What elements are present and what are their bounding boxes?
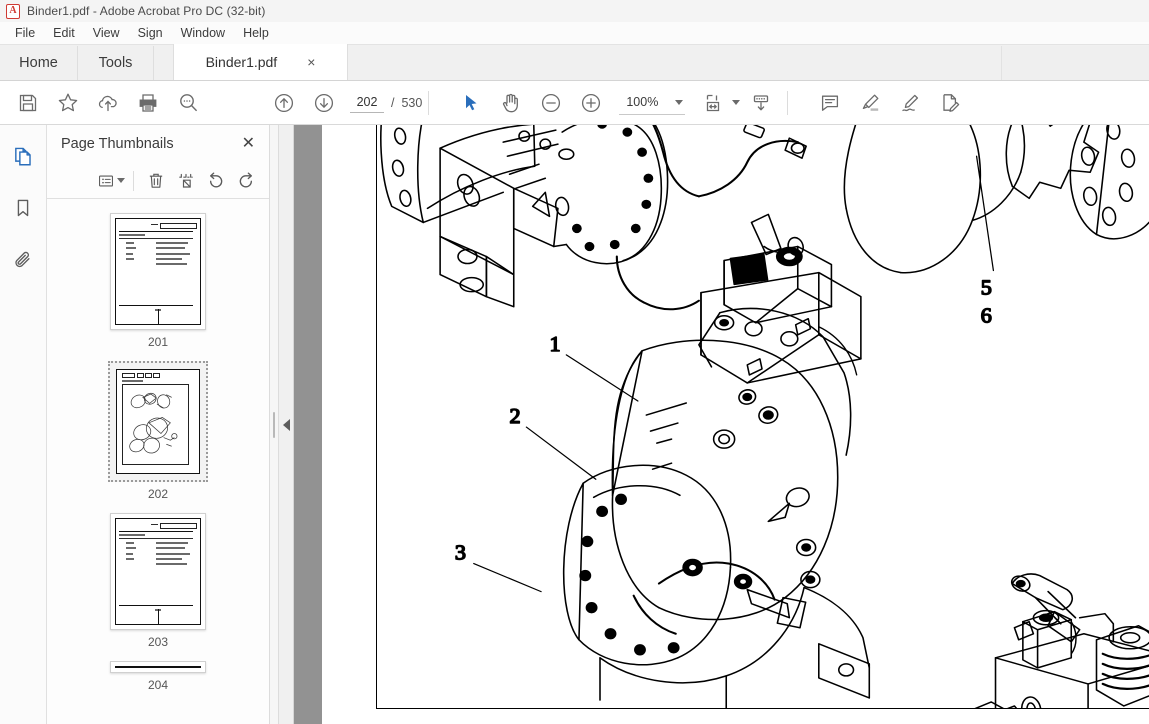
callout-2: 2 <box>510 405 521 428</box>
chevron-down-icon[interactable] <box>117 178 125 183</box>
search-icon[interactable] <box>168 83 208 123</box>
rotate-left-icon[interactable] <box>202 167 230 195</box>
thumbnail-toolbar-divider <box>133 170 134 191</box>
upload-cloud-icon[interactable] <box>88 83 128 123</box>
rotate-right-icon[interactable] <box>232 167 260 195</box>
thumbnail-preview <box>115 666 201 668</box>
page-thumbnails-title: Page Thumbnails <box>61 136 174 152</box>
thumbnail-page-202[interactable]: 202 <box>47 361 269 501</box>
window-title: Binder1.pdf - Adobe Acrobat Pro DC (32-b… <box>27 4 266 18</box>
toolbar-divider-1 <box>428 90 430 115</box>
previous-page-icon[interactable] <box>264 83 304 123</box>
thumbnail-page-203[interactable]: 203 <box>47 513 269 649</box>
callout-3: 3 <box>455 541 466 564</box>
menu-view[interactable]: View <box>84 24 129 42</box>
thumbnail-frame[interactable] <box>110 213 206 330</box>
thumbnail-page-204[interactable]: 204 <box>47 661 269 689</box>
zoom-out-icon[interactable] <box>531 83 571 123</box>
page-thumbnails-header: Page Thumbnails ✕ <box>47 125 269 163</box>
thumbnail-label: 204 <box>147 678 169 689</box>
bookmarks-icon[interactable] <box>8 193 38 223</box>
sign-icon[interactable] <box>890 83 930 123</box>
thumbnail-options-icon[interactable] <box>97 167 125 195</box>
acrobat-window: A Binder1.pdf - Adobe Acrobat Pro DC (32… <box>0 0 1149 724</box>
menu-edit[interactable]: Edit <box>44 24 84 42</box>
thumbnail-preview <box>116 369 200 474</box>
menu-bar: File Edit View Sign Window Help <box>0 22 1149 45</box>
thumbnail-frame[interactable] <box>108 361 208 482</box>
pdf-page-border: 5 6 1 2 3 <box>376 125 1149 709</box>
zoom-level-value: 100% <box>626 95 659 109</box>
menu-help[interactable]: Help <box>234 24 278 42</box>
tab-document-label: Binder1.pdf <box>205 54 278 70</box>
callout-5-top: 5 <box>981 276 992 299</box>
next-page-icon[interactable] <box>304 83 344 123</box>
delete-pages-icon[interactable] <box>142 167 170 195</box>
thumbnail-frame[interactable] <box>110 513 206 630</box>
technical-drawing: 5 6 1 2 3 <box>380 125 1149 708</box>
select-cursor-icon[interactable] <box>451 83 491 123</box>
menu-file[interactable]: File <box>6 24 44 42</box>
tab-tools[interactable]: Tools <box>78 46 154 80</box>
hand-tool-icon[interactable] <box>491 83 531 123</box>
thumbnail-label: 202 <box>147 487 169 501</box>
thumbnail-frame[interactable] <box>110 661 206 673</box>
tab-strip-right-area <box>1001 46 1149 80</box>
zoom-level-control[interactable]: 100% <box>619 91 686 115</box>
comment-icon[interactable] <box>810 83 850 123</box>
page-total-label: 530 <box>401 95 423 110</box>
page-navigation: / 530 <box>350 92 423 113</box>
page-separator: / <box>391 95 395 110</box>
navigation-rail <box>0 125 47 724</box>
zoom-in-icon[interactable] <box>571 83 611 123</box>
acrobat-icon-glyph: A <box>9 5 17 16</box>
document-viewport[interactable]: 5 6 1 2 3 <box>294 125 1149 724</box>
acrobat-app-icon: A <box>6 3 20 19</box>
application-body: Page Thumbnails ✕ 201 202 203 204 5 6 1 … <box>0 125 1149 724</box>
menu-window[interactable]: Window <box>172 24 234 42</box>
highlight-icon[interactable] <box>850 83 890 123</box>
print-icon[interactable] <box>128 83 168 123</box>
panel-splitter[interactable] <box>270 125 279 724</box>
toolbar-divider-2 <box>787 90 789 115</box>
page-thumbnails-panel: Page Thumbnails ✕ 201 202 203 204 <box>47 125 270 724</box>
thumbnail-page-201[interactable]: 201 <box>47 213 269 349</box>
save-icon[interactable] <box>8 83 48 123</box>
pdf-page: 5 6 1 2 3 <box>322 125 1149 724</box>
thumbnail-preview <box>115 518 201 625</box>
close-icon[interactable]: × <box>307 55 315 69</box>
menu-sign[interactable]: Sign <box>129 24 172 42</box>
star-icon[interactable] <box>48 83 88 123</box>
callout-6-top: 6 <box>981 304 992 327</box>
fit-page-chevron-icon[interactable] <box>731 100 740 105</box>
thumbnail-preview <box>115 218 201 325</box>
thumbnail-label: 201 <box>147 335 169 349</box>
chevron-left-icon <box>282 418 290 431</box>
attachments-icon[interactable] <box>8 245 38 275</box>
page-thumbnails-toolbar <box>47 163 269 199</box>
chevron-down-icon[interactable] <box>675 99 684 105</box>
main-toolbar: / 530 100% <box>0 81 1149 125</box>
tab-strip: Home Tools Binder1.pdf × <box>0 44 1149 81</box>
close-icon[interactable]: ✕ <box>242 136 255 152</box>
thumbnail-label: 203 <box>147 635 169 649</box>
fill-and-sign-icon[interactable] <box>930 83 970 123</box>
collapse-panel-button[interactable] <box>279 125 294 724</box>
title-bar: A Binder1.pdf - Adobe Acrobat Pro DC (32… <box>0 0 1149 22</box>
splitter-grip <box>273 411 275 438</box>
tab-home[interactable]: Home <box>0 46 78 80</box>
callout-1: 1 <box>550 332 561 355</box>
tab-strip-filler <box>348 46 1001 80</box>
page-thumbnails-list[interactable]: 201 202 203 204 <box>47 199 269 724</box>
page-number-input[interactable] <box>350 92 384 113</box>
scroll-mode-icon[interactable] <box>741 83 781 123</box>
page-thumbnails-icon[interactable] <box>8 141 38 171</box>
fit-page-icon[interactable] <box>701 83 741 123</box>
tab-document[interactable]: Binder1.pdf × <box>173 44 348 80</box>
extract-pages-icon[interactable] <box>172 167 200 195</box>
